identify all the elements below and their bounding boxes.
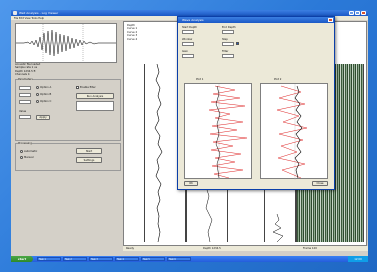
dialog-label-4: Step bbox=[222, 38, 228, 41]
wave-analysis-dialog[interactable]: Wave Analysis Start Depth End Depth Wind… bbox=[177, 16, 335, 190]
option-a-radio[interactable] bbox=[36, 86, 39, 89]
left-control-panel: Acoustic file loaded Sample rate 1 us De… bbox=[12, 21, 122, 246]
taskbar-item[interactable]: Task 3 bbox=[89, 257, 113, 261]
automatic-label: Automatic bbox=[24, 150, 38, 153]
param-field-2[interactable] bbox=[19, 93, 31, 97]
option-c-radio[interactable] bbox=[36, 100, 39, 103]
value-field[interactable] bbox=[19, 115, 31, 119]
info-line: Channels 4 bbox=[15, 73, 30, 77]
waveform-preview bbox=[15, 23, 117, 63]
taskbar-item[interactable]: Task 4 bbox=[115, 257, 139, 261]
automatic-radio[interactable] bbox=[20, 150, 23, 153]
main-window-title: Well Analysis - Log Viewer bbox=[19, 11, 59, 15]
maximize-button[interactable] bbox=[355, 11, 360, 15]
close-button[interactable] bbox=[361, 11, 366, 15]
dialog-label-6: Filter bbox=[222, 50, 229, 53]
file-info: Acoustic file loaded Sample rate 1 us De… bbox=[15, 63, 115, 77]
minimize-button[interactable] bbox=[349, 11, 354, 15]
dialog-field-4[interactable] bbox=[222, 42, 234, 46]
enable-filter-label: Enable filter bbox=[80, 86, 96, 89]
option-c-label: Option C bbox=[40, 100, 52, 103]
dialog-plot-1 bbox=[184, 83, 252, 180]
dialog-label-5: Gain bbox=[182, 50, 188, 53]
option-a-label: Option A bbox=[40, 86, 52, 89]
settings-button[interactable]: Settings bbox=[76, 157, 102, 163]
dialog-checkbox[interactable] bbox=[236, 42, 239, 45]
taskbar-item[interactable]: Task 5 bbox=[141, 257, 165, 261]
menubar-items[interactable]: File Edit View Tools Help bbox=[14, 17, 44, 20]
processing-group: Processing Automatic Manual Start Settin… bbox=[15, 142, 121, 171]
status-bar: Ready Depth 1234.5 Frame 120 bbox=[123, 246, 368, 251]
dialog-field-3[interactable] bbox=[182, 42, 194, 46]
value-label: Value bbox=[19, 110, 27, 113]
window-controls bbox=[349, 11, 366, 15]
dialog-label-3: Window bbox=[182, 38, 193, 41]
dialog-label-1: Start Depth bbox=[182, 26, 198, 29]
apply-button[interactable]: Apply bbox=[36, 115, 50, 120]
dialog-field-2[interactable] bbox=[222, 30, 234, 34]
desktop-screen: Well Analysis - Log Viewer File Edit Vie… bbox=[11, 10, 368, 262]
plot-1-graph bbox=[208, 84, 248, 180]
dialog-close-icon[interactable] bbox=[328, 18, 333, 22]
plot-2-title: Plot 2 bbox=[274, 78, 282, 81]
manual-label: Manual bbox=[24, 156, 34, 159]
log-info-line: Curve 4 bbox=[127, 37, 138, 41]
status-right: Frame 120 bbox=[303, 247, 317, 250]
dialog-label-2: End Depth bbox=[222, 26, 236, 29]
taskbar-item[interactable]: Task 1 bbox=[37, 257, 61, 261]
dialog-field-6[interactable] bbox=[222, 54, 234, 58]
parameters-group-title: Parameters bbox=[18, 78, 33, 81]
dialog-ok-button[interactable]: OK bbox=[184, 181, 198, 186]
start-button[interactable]: start bbox=[11, 256, 33, 262]
parameters-group: Parameters Option A Option B Option C En… bbox=[15, 78, 121, 141]
taskbar-item[interactable]: Task 6 bbox=[167, 257, 191, 261]
waveform-plot bbox=[16, 24, 116, 62]
status-mid: Depth 1234.5 bbox=[203, 247, 221, 250]
taskbar: start Task 1 Task 2 Task 3 Task 4 Task 5… bbox=[11, 256, 368, 262]
system-tray-clock[interactable]: 12:00 bbox=[348, 256, 368, 262]
param-field-3[interactable] bbox=[19, 100, 31, 104]
status-left: Ready bbox=[126, 247, 135, 250]
dialog-title: Wave Analysis bbox=[182, 18, 204, 22]
processing-group-title: Processing bbox=[18, 142, 32, 145]
dialog-field-5[interactable] bbox=[182, 54, 194, 58]
dialog-field-1[interactable] bbox=[182, 30, 194, 34]
dialog-titlebar[interactable]: Wave Analysis bbox=[178, 17, 334, 23]
run-analysis-button[interactable]: Run Analysis bbox=[76, 93, 114, 99]
param-field-1[interactable] bbox=[19, 86, 31, 90]
plot-2-graph bbox=[276, 84, 308, 180]
dialog-plot-2 bbox=[260, 83, 328, 180]
plot-1-title: Plot 1 bbox=[196, 78, 204, 81]
log-header-info: Depth Curve 1 Curve 2 Curve 3 Curve 4 bbox=[127, 24, 137, 41]
option-b-radio[interactable] bbox=[36, 93, 39, 96]
enable-filter-checkbox[interactable] bbox=[76, 86, 79, 89]
taskbar-item[interactable]: Task 2 bbox=[63, 257, 87, 261]
manual-radio[interactable] bbox=[20, 156, 23, 159]
start-button[interactable]: Start bbox=[76, 148, 102, 154]
result-list[interactable] bbox=[76, 101, 114, 111]
app-icon bbox=[13, 11, 17, 15]
dialog-close-button[interactable]: Close bbox=[312, 181, 328, 186]
option-b-label: Option B bbox=[40, 93, 52, 96]
